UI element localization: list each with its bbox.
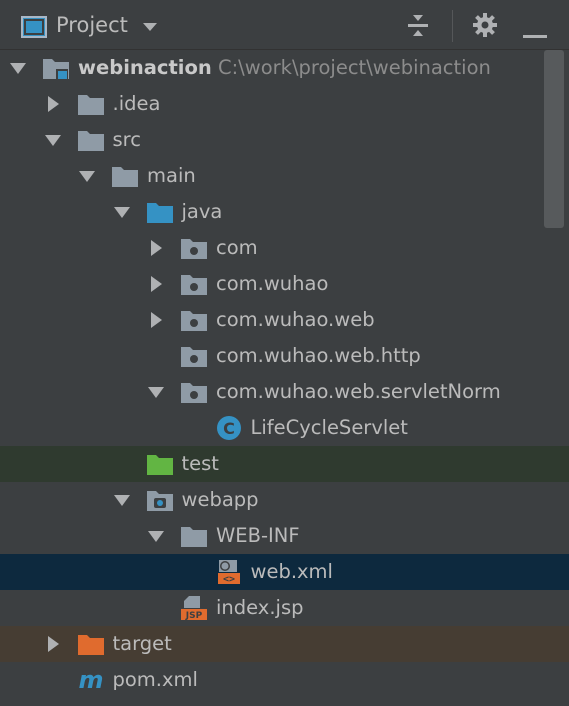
svg-text:JSP: JSP bbox=[185, 611, 203, 621]
folder-icon bbox=[77, 127, 105, 153]
tree-label: LifeCycleServlet bbox=[250, 416, 408, 439]
tree-label: com.wuhao.web.servletNorm bbox=[216, 380, 501, 403]
source-folder-icon bbox=[146, 199, 174, 225]
header-divider bbox=[452, 10, 453, 42]
expanded-arrow-icon[interactable] bbox=[10, 60, 26, 76]
folder-icon bbox=[111, 163, 139, 189]
tree-label: pom.xml bbox=[112, 668, 198, 691]
tree-label: webapp bbox=[181, 488, 259, 511]
tree-row-root[interactable]: webinaction C:\work\project\webinaction bbox=[0, 50, 569, 86]
tool-window-header: Project bbox=[0, 0, 569, 50]
expanded-arrow-icon[interactable] bbox=[113, 492, 130, 508]
tree-label: WEB-INF bbox=[216, 524, 300, 547]
package-icon bbox=[180, 271, 208, 297]
tree-label: test bbox=[181, 452, 219, 475]
tree-label: com.wuhao.web.http bbox=[216, 344, 421, 367]
collapsed-arrow-icon[interactable] bbox=[148, 276, 164, 292]
tree-row-target[interactable]: target bbox=[0, 626, 569, 662]
minimize-icon[interactable] bbox=[523, 24, 547, 43]
tree-label: web.xml bbox=[250, 560, 333, 583]
maven-icon: m bbox=[77, 666, 105, 694]
tree-label: .idea bbox=[112, 92, 161, 115]
excluded-folder-icon bbox=[77, 631, 105, 657]
tree-label: java bbox=[181, 200, 223, 223]
collapsed-arrow-icon[interactable] bbox=[148, 312, 164, 328]
package-icon bbox=[180, 343, 208, 369]
test-folder-icon bbox=[146, 451, 174, 477]
jsp-file-icon: JSP bbox=[180, 595, 208, 621]
tree-label: com.wuhao bbox=[216, 272, 329, 295]
tree-path: C:\work\project\webinaction bbox=[218, 56, 491, 79]
expanded-arrow-icon[interactable] bbox=[79, 168, 95, 184]
tree-row-com-wuhao-web-servletnorm[interactable]: com.wuhao.web.servletNorm bbox=[0, 374, 569, 410]
tree-row-main[interactable]: main bbox=[0, 158, 569, 194]
tree-label: target bbox=[112, 632, 172, 655]
tree-label: com bbox=[216, 236, 258, 259]
tree-row-com-wuhao[interactable]: com.wuhao bbox=[0, 266, 569, 302]
expanded-arrow-icon[interactable] bbox=[148, 528, 164, 544]
tree-row-java[interactable]: java bbox=[0, 194, 569, 230]
tree-label: src bbox=[112, 128, 141, 151]
tree-row-idea[interactable]: .idea bbox=[0, 86, 569, 122]
tree-label: index.jsp bbox=[216, 596, 304, 619]
tree-row-com-wuhao-web-http[interactable]: com.wuhao.web.http bbox=[0, 338, 569, 374]
chevron-down-icon[interactable] bbox=[142, 18, 158, 37]
package-icon bbox=[180, 307, 208, 333]
module-folder-icon bbox=[42, 55, 70, 81]
java-class-icon: C bbox=[215, 415, 243, 441]
gear-icon[interactable] bbox=[472, 12, 498, 42]
tree-row-com[interactable]: com bbox=[0, 230, 569, 266]
tree-row-webapp[interactable]: webapp bbox=[0, 482, 569, 518]
tree-row-test[interactable]: test bbox=[0, 446, 569, 482]
tree-row-lifecycleservlet[interactable]: C LifeCycleServlet bbox=[0, 410, 569, 446]
collapse-all-icon[interactable] bbox=[406, 12, 430, 44]
web-folder-icon bbox=[146, 487, 174, 513]
package-icon bbox=[180, 379, 208, 405]
tree-label: main bbox=[147, 164, 196, 187]
folder-icon bbox=[180, 523, 208, 549]
project-view-icon bbox=[21, 16, 47, 38]
tree-label: com.wuhao.web bbox=[216, 308, 375, 331]
tree-row-src[interactable]: src bbox=[0, 122, 569, 158]
tree-row-web-xml[interactable]: <> web.xml bbox=[0, 554, 569, 590]
tree-row-com-wuhao-web[interactable]: com.wuhao.web bbox=[0, 302, 569, 338]
tree-row-web-inf[interactable]: WEB-INF bbox=[0, 518, 569, 554]
svg-text:C: C bbox=[223, 419, 235, 438]
expanded-arrow-icon[interactable] bbox=[148, 384, 164, 400]
svg-text:m: m bbox=[78, 667, 103, 693]
xml-file-icon: <> bbox=[215, 559, 243, 585]
expanded-arrow-icon[interactable] bbox=[113, 204, 130, 220]
collapsed-arrow-icon[interactable] bbox=[148, 240, 164, 256]
tree-row-pom-xml[interactable]: m pom.xml bbox=[0, 662, 569, 698]
folder-icon bbox=[77, 91, 105, 117]
collapsed-arrow-icon[interactable] bbox=[45, 636, 61, 652]
tree-label: webinaction bbox=[78, 56, 212, 79]
expanded-arrow-icon[interactable] bbox=[44, 132, 61, 148]
tree-row-index-jsp[interactable]: JSP index.jsp bbox=[0, 590, 569, 626]
collapsed-arrow-icon[interactable] bbox=[45, 96, 61, 112]
svg-text:<>: <> bbox=[222, 574, 234, 585]
package-icon bbox=[180, 235, 208, 261]
tool-window-title[interactable]: Project bbox=[56, 13, 128, 37]
